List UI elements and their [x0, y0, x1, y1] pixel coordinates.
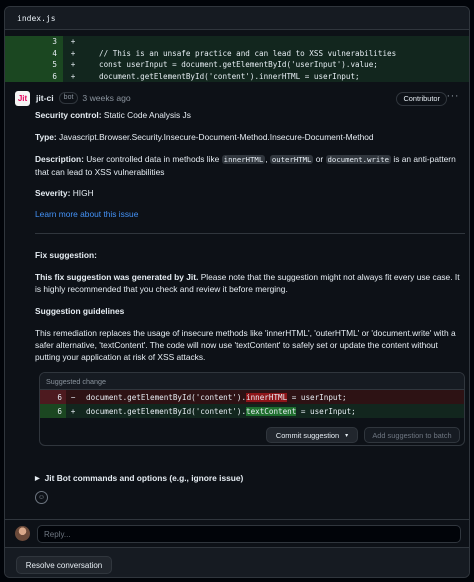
bot-comment: Jit jit-ci bot 3 weeks ago Contributor ·… [5, 87, 469, 362]
diff-context: 3 + 4 + // This is an unsafe practice an… [5, 30, 469, 82]
security-control: Security control: Static Code Analysis J… [35, 110, 191, 120]
avatar[interactable]: Jit [15, 90, 30, 106]
comment-header: Jit jit-ci bot 3 weeks ago Contributor ·… [5, 87, 469, 109]
learn-more-link[interactable]: Learn more about this issue [35, 208, 465, 220]
timestamp[interactable]: 3 weeks ago [82, 93, 130, 103]
avatar[interactable] [15, 526, 30, 541]
reply-area: Reply... [5, 519, 469, 547]
disclosure-triangle-icon: ▶ [35, 475, 40, 482]
divider [35, 233, 465, 234]
bot-label: bot [58, 92, 79, 104]
file-header: index.js [5, 7, 469, 30]
diff-line: 6 + document.getElementById('content').i… [5, 70, 469, 82]
guidelines-text: This remediation replaces the usage of i… [35, 328, 456, 362]
contributor-badge: Contributor [396, 92, 447, 106]
issue-type: Type: Javascript.Browser.Security.Insecu… [35, 132, 374, 142]
suggested-change-header: Suggested change [40, 373, 464, 390]
fix-heading: Fix suggestion: [35, 250, 97, 260]
suggested-change: Suggested change 6 − document.getElement… [39, 372, 465, 446]
caret-down-icon: ▾ [345, 432, 349, 439]
code-inline: outerHTML [269, 155, 314, 164]
fix-note: This fix suggestion was generated by Jit… [35, 272, 460, 294]
diff-line: 3 + [5, 36, 469, 48]
file-name[interactable]: index.js [17, 14, 56, 23]
diff-line: 4 + // This is an unsafe practice and ca… [5, 47, 469, 59]
bot-commands-details[interactable]: ▶ Jit Bot commands and options (e.g., ig… [35, 473, 243, 483]
add-to-batch-button[interactable]: Add suggestion to batch [364, 427, 460, 443]
guidelines-heading: Suggestion guidelines [35, 306, 125, 316]
add-reaction-icon[interactable]: ☺ [35, 491, 48, 504]
issue-description: Description: User controlled data in met… [35, 154, 456, 177]
code-inline: document.write [325, 155, 392, 164]
more-options-icon[interactable]: ··· [447, 90, 460, 102]
suggestion-removed-line: 6 − document.getElementById('content').i… [40, 390, 464, 404]
conversation-footer: Resolve conversation [5, 547, 469, 577]
review-thread: index.js 3 + 4 + // This is an unsafe pr… [4, 6, 470, 578]
severity: Severity: HIGH [35, 188, 94, 198]
author-name[interactable]: jit-ci [36, 93, 54, 103]
diff-line: 5 + const userInput = document.getElemen… [5, 59, 469, 71]
commit-suggestion-button[interactable]: Commit suggestion ▾ [266, 427, 358, 443]
resolve-conversation-button[interactable]: Resolve conversation [16, 556, 112, 574]
reply-input[interactable]: Reply... [37, 525, 461, 543]
suggestion-added-line: 6 + document.getElementById('content').t… [40, 404, 464, 418]
code-inline: innerHTML [221, 155, 266, 164]
